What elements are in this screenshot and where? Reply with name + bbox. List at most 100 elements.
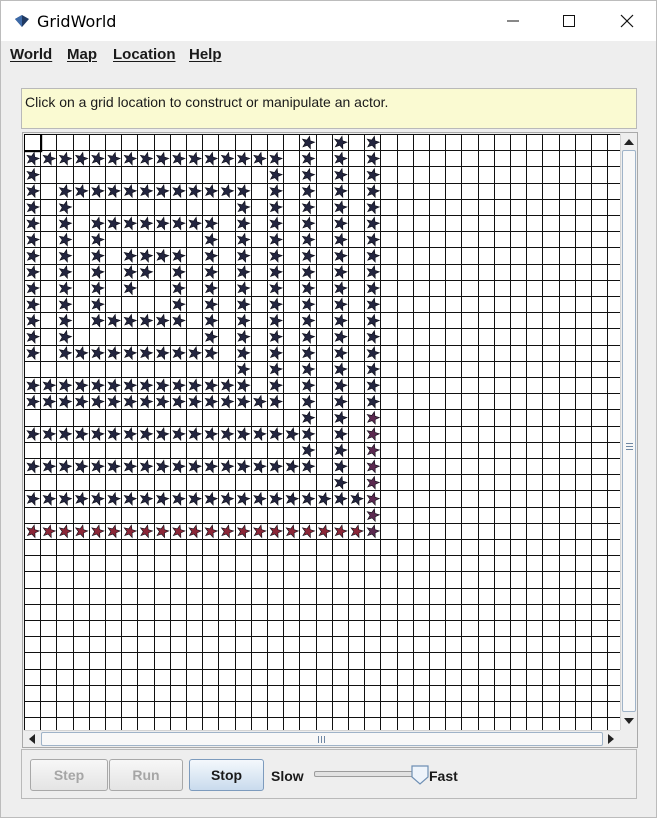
bug-star-icon[interactable] xyxy=(236,491,251,506)
bug-star-icon[interactable] xyxy=(236,394,251,409)
bug-star-icon[interactable] xyxy=(366,410,381,425)
bug-star-icon[interactable] xyxy=(334,475,348,490)
bug-star-icon[interactable] xyxy=(188,378,203,393)
bug-star-icon[interactable] xyxy=(74,345,89,361)
bug-star-icon[interactable] xyxy=(26,313,41,328)
bug-star-icon[interactable] xyxy=(334,281,348,296)
bug-star-icon[interactable] xyxy=(366,135,381,150)
bug-star-icon[interactable] xyxy=(285,524,300,539)
bug-star-icon[interactable] xyxy=(269,232,284,247)
bug-star-icon[interactable] xyxy=(334,183,348,199)
bug-star-icon[interactable] xyxy=(236,151,251,166)
bug-star-icon[interactable] xyxy=(91,459,105,474)
bug-star-icon[interactable] xyxy=(366,232,381,247)
bug-star-icon[interactable] xyxy=(155,378,170,393)
bug-star-icon[interactable] xyxy=(188,183,203,199)
bug-star-icon[interactable] xyxy=(42,394,57,409)
bug-star-icon[interactable] xyxy=(123,459,138,474)
bug-star-icon[interactable] xyxy=(366,475,381,490)
bug-star-icon[interactable] xyxy=(26,426,41,442)
bug-star-icon[interactable] xyxy=(366,297,381,312)
bug-star-icon[interactable] xyxy=(236,313,251,328)
bug-star-icon[interactable] xyxy=(58,216,73,231)
bug-star-icon[interactable] xyxy=(172,264,186,280)
bug-star-icon[interactable] xyxy=(236,281,251,296)
bug-star-icon[interactable] xyxy=(350,491,365,506)
bug-star-icon[interactable] xyxy=(58,313,73,328)
bug-star-icon[interactable] xyxy=(155,394,170,409)
bug-star-icon[interactable] xyxy=(366,426,381,442)
bug-star-icon[interactable] xyxy=(139,264,154,280)
bug-star-icon[interactable] xyxy=(42,151,57,166)
bug-star-icon[interactable] xyxy=(204,524,219,539)
bug-star-icon[interactable] xyxy=(91,281,105,296)
bug-star-icon[interactable] xyxy=(139,183,154,199)
bug-star-icon[interactable] xyxy=(139,394,154,409)
bug-star-icon[interactable] xyxy=(91,491,105,506)
bug-star-icon[interactable] xyxy=(301,345,316,361)
bug-star-icon[interactable] xyxy=(58,297,73,312)
bug-star-icon[interactable] xyxy=(58,281,73,296)
bug-star-icon[interactable] xyxy=(301,232,316,247)
bug-star-icon[interactable] xyxy=(301,248,316,263)
bug-star-icon[interactable] xyxy=(155,248,170,263)
bug-star-icon[interactable] xyxy=(301,378,316,393)
bug-star-icon[interactable] xyxy=(42,378,57,393)
bug-star-icon[interactable] xyxy=(188,151,203,166)
bug-star-icon[interactable] xyxy=(91,426,105,442)
bug-star-icon[interactable] xyxy=(123,345,138,361)
bug-star-icon[interactable] xyxy=(269,281,284,296)
bug-star-icon[interactable] xyxy=(172,216,186,231)
bug-star-icon[interactable] xyxy=(334,459,348,474)
bug-star-icon[interactable] xyxy=(253,524,267,539)
menu-world[interactable]: World xyxy=(10,46,52,63)
bug-star-icon[interactable] xyxy=(220,524,235,539)
bug-star-icon[interactable] xyxy=(301,151,316,166)
bug-star-icon[interactable] xyxy=(220,378,235,393)
bug-star-icon[interactable] xyxy=(172,183,186,199)
bug-star-icon[interactable] xyxy=(139,216,154,231)
bug-star-icon[interactable] xyxy=(334,362,348,377)
bug-star-icon[interactable] xyxy=(26,248,41,263)
bug-star-icon[interactable] xyxy=(366,329,381,344)
bug-star-icon[interactable] xyxy=(366,151,381,166)
bug-star-icon[interactable] xyxy=(26,524,41,539)
bug-star-icon[interactable] xyxy=(269,362,284,377)
bug-star-icon[interactable] xyxy=(220,183,235,199)
bug-star-icon[interactable] xyxy=(334,345,348,361)
bug-star-icon[interactable] xyxy=(334,248,348,263)
bug-star-icon[interactable] xyxy=(172,313,186,328)
bug-star-icon[interactable] xyxy=(26,281,41,296)
bug-star-icon[interactable] xyxy=(366,378,381,393)
bug-star-icon[interactable] xyxy=(58,183,73,199)
bug-star-icon[interactable] xyxy=(334,167,348,182)
bug-star-icon[interactable] xyxy=(204,345,219,361)
bug-star-icon[interactable] xyxy=(26,264,41,280)
bug-star-icon[interactable] xyxy=(172,345,186,361)
bug-star-icon[interactable] xyxy=(334,426,348,442)
bug-star-icon[interactable] xyxy=(269,151,284,166)
bug-star-icon[interactable] xyxy=(334,410,348,425)
grid-canvas[interactable] xyxy=(24,134,620,730)
bug-star-icon[interactable] xyxy=(301,200,316,215)
bug-star-icon[interactable] xyxy=(74,524,89,539)
bug-star-icon[interactable] xyxy=(139,378,154,393)
bug-star-icon[interactable] xyxy=(269,345,284,361)
bug-star-icon[interactable] xyxy=(172,297,186,312)
bug-star-icon[interactable] xyxy=(204,394,219,409)
bug-star-icon[interactable] xyxy=(58,491,73,506)
bug-star-icon[interactable] xyxy=(155,345,170,361)
bug-star-icon[interactable] xyxy=(269,378,284,393)
menu-map[interactable]: Map xyxy=(67,46,97,63)
bug-star-icon[interactable] xyxy=(236,216,251,231)
bug-star-icon[interactable] xyxy=(269,183,284,199)
bug-star-icon[interactable] xyxy=(301,426,316,442)
bug-star-icon[interactable] xyxy=(236,362,251,377)
bug-star-icon[interactable] xyxy=(26,167,41,182)
bug-star-icon[interactable] xyxy=(74,426,89,442)
scroll-left-button[interactable] xyxy=(24,731,40,747)
scroll-right-button[interactable] xyxy=(603,731,619,747)
bug-star-icon[interactable] xyxy=(236,264,251,280)
bug-star-icon[interactable] xyxy=(204,151,219,166)
bug-star-icon[interactable] xyxy=(26,151,41,166)
